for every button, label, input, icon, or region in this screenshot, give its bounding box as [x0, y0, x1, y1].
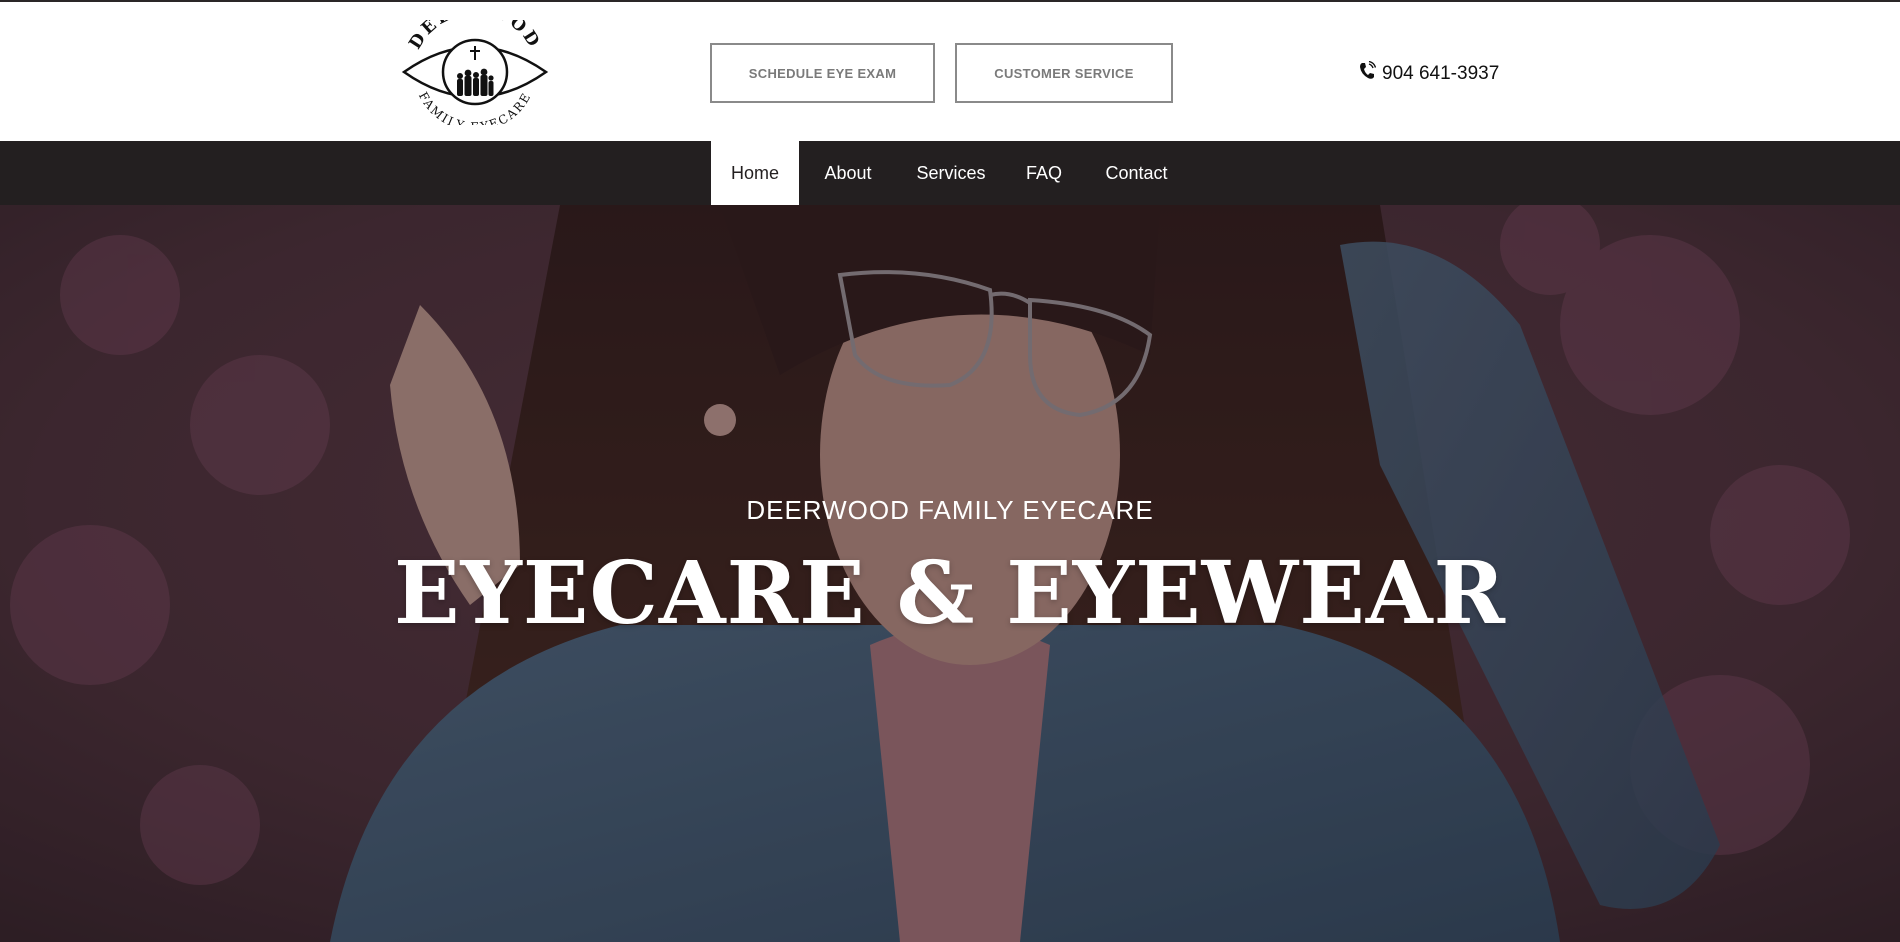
phone-icon	[1358, 60, 1377, 87]
customer-service-button[interactable]: CUSTOMER SERVICE	[955, 43, 1173, 103]
hero-section: DEERWOOD FAMILY EYECARE EYECARE & EYEWEA…	[0, 205, 1900, 942]
main-nav: Home About Services FAQ Contact	[0, 141, 1900, 205]
schedule-eye-exam-button[interactable]: SCHEDULE EYE EXAM	[710, 43, 935, 103]
site-header: DEERWOOD FAMILY EYECARE SCHEDULE EYE	[0, 0, 1900, 141]
nav-item-contact[interactable]: Contact	[1091, 141, 1182, 205]
phone-link[interactable]: 904 641-3937	[1358, 60, 1499, 88]
page: DEERWOOD FAMILY EYECARE SCHEDULE EYE	[0, 0, 1900, 942]
nav-item-home[interactable]: Home	[711, 141, 799, 205]
nav-item-faq[interactable]: FAQ	[1016, 141, 1072, 205]
nav-item-about[interactable]: About	[808, 141, 888, 205]
phone-number: 904 641-3937	[1382, 63, 1500, 84]
nav-item-services[interactable]: Services	[903, 141, 999, 205]
hero-subtitle: DEERWOOD FAMILY EYECARE	[746, 495, 1154, 525]
site-logo[interactable]: DEERWOOD FAMILY EYECARE	[400, 0, 550, 134]
eye-family-logo-icon: DEERWOOD FAMILY EYECARE	[401, 0, 549, 134]
hero-title: EYECARE & EYEWEAR	[393, 543, 1507, 644]
